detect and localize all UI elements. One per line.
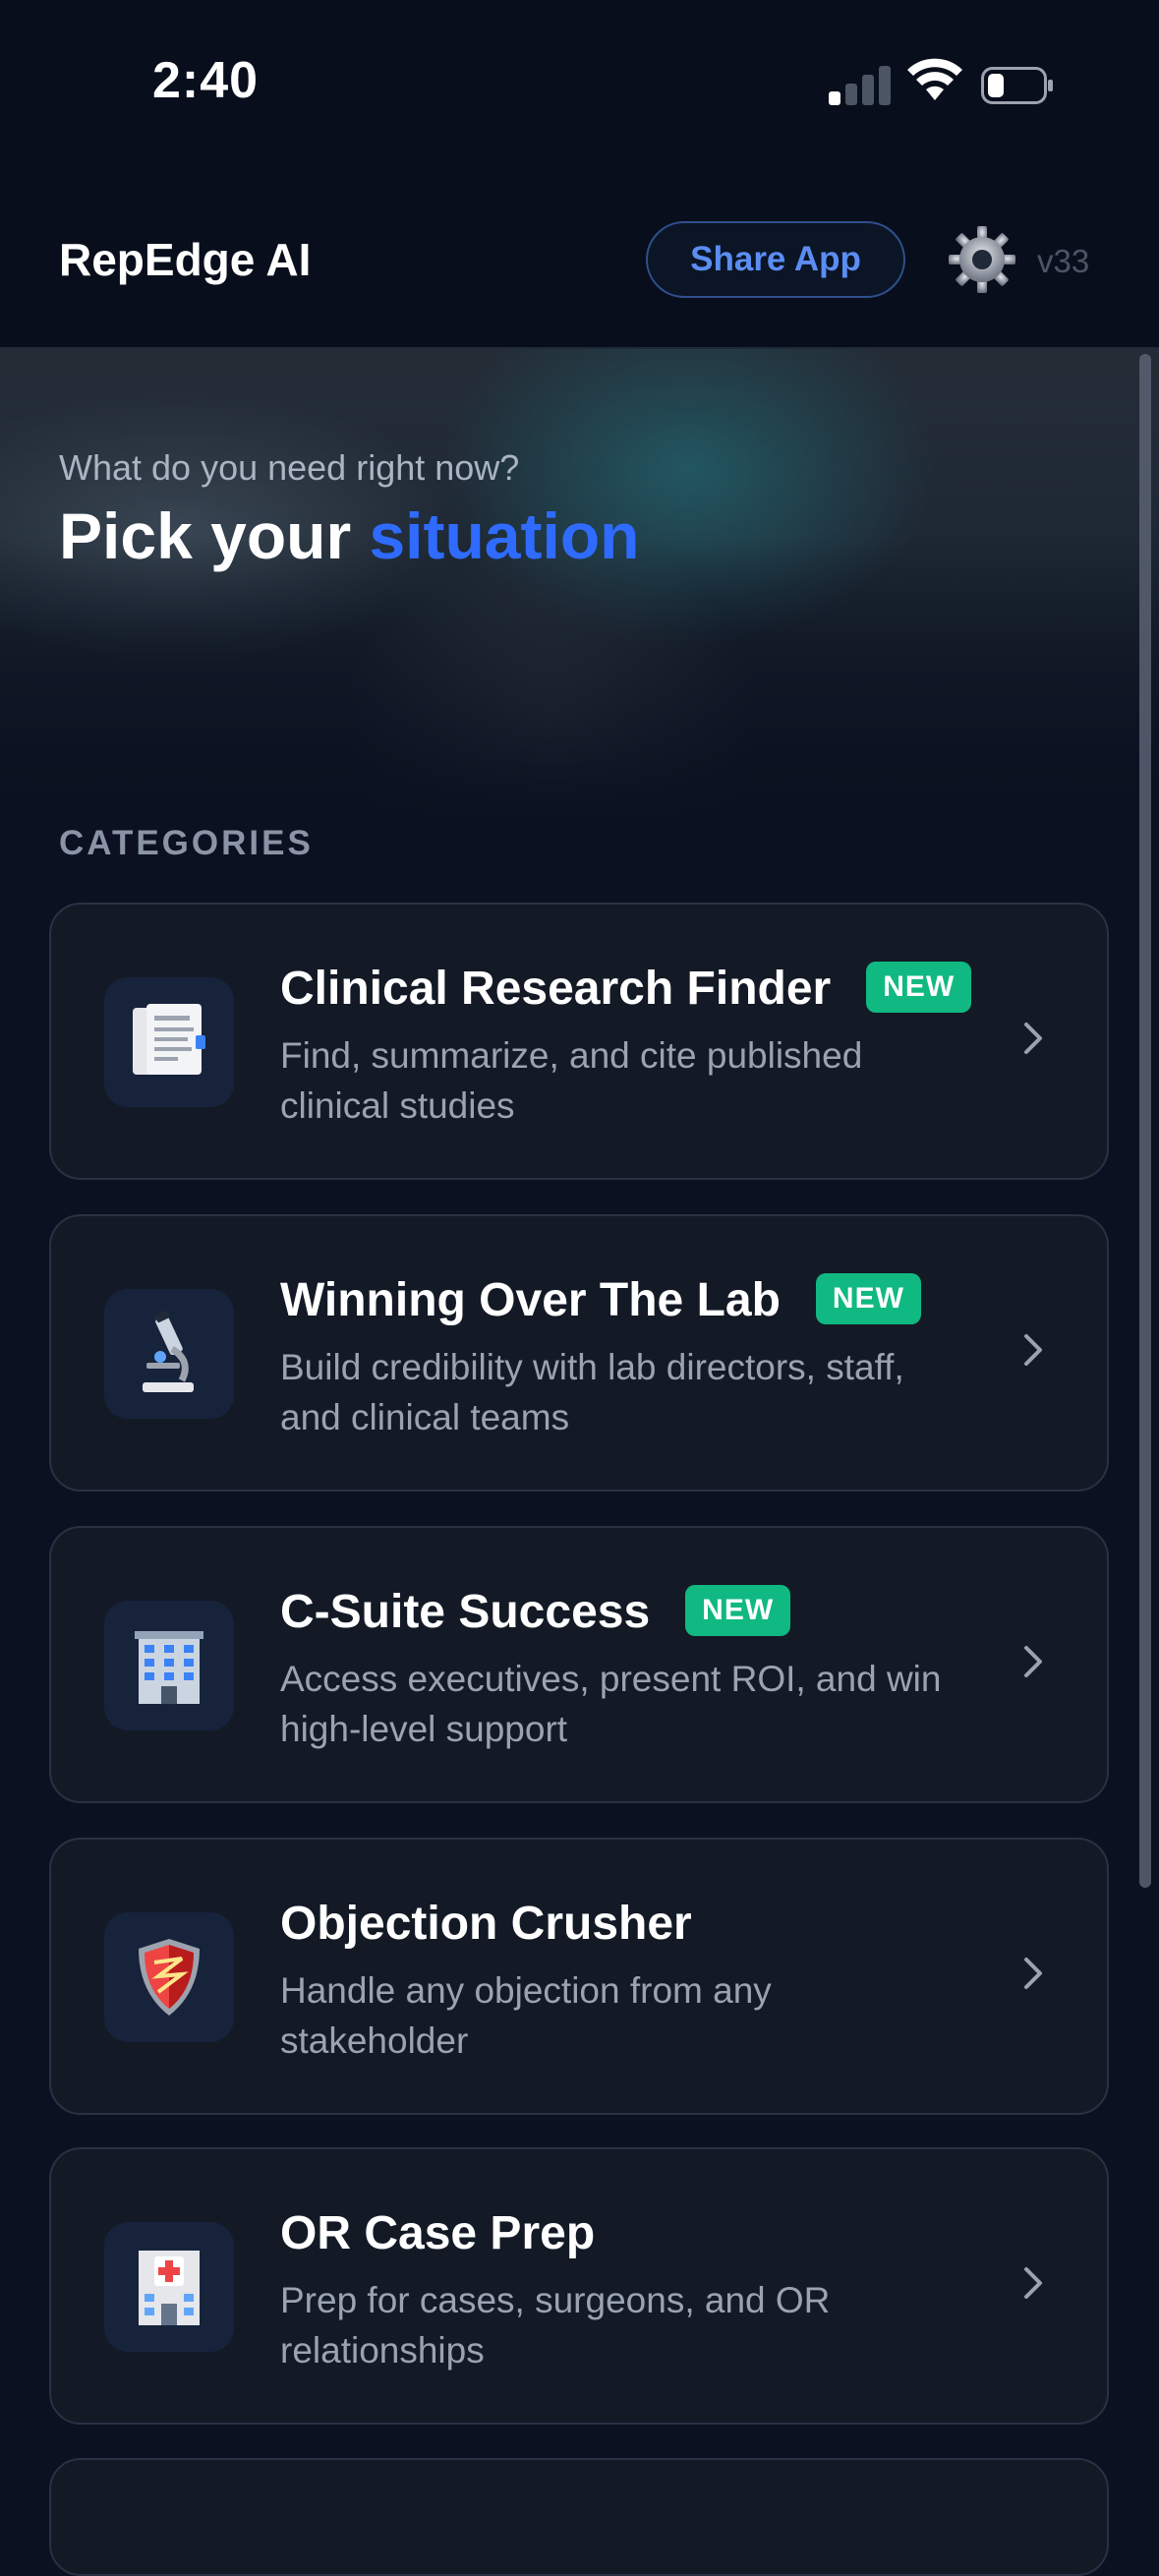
wifi-icon <box>907 58 962 100</box>
category-card-winning-over-the-lab[interactable]: Winning Over The Lab NEW Build credibilit… <box>49 1214 1109 1492</box>
hero-subtitle: What do you need right now? <box>59 447 520 488</box>
category-card-objection-crusher[interactable]: Objection Crusher Handle any objection f… <box>49 1838 1109 2115</box>
category-title: Objection Crusher <box>280 1898 692 1950</box>
app-title: RepEdge AI <box>59 234 312 285</box>
category-card-or-case-prep[interactable]: OR Case Prep Prep for cases, surgeons, a… <box>49 2147 1109 2425</box>
share-app-button[interactable]: Share App <box>646 221 905 298</box>
category-icon-container <box>104 1601 234 1730</box>
section-label: CATEGORIES <box>59 824 314 862</box>
office-building-icon <box>135 1631 203 1704</box>
document-icon <box>133 1004 205 1075</box>
category-card-clinical-research-finder[interactable]: Clinical Research Finder NEW Find, summar… <box>49 903 1109 1180</box>
category-title: Winning Over The Lab NEW <box>280 1273 921 1327</box>
new-badge: NEW <box>685 1585 791 1637</box>
chevron-right-icon <box>1024 1334 1042 1366</box>
battery-icon <box>981 67 1053 104</box>
category-description: Handle any objection from any stakeholde… <box>280 1970 772 2061</box>
hero-title-accent: situation <box>369 499 640 572</box>
chevron-right-icon <box>1024 2267 1042 2299</box>
category-icon-container <box>104 2222 234 2352</box>
chevron-right-icon <box>1024 1958 1042 1989</box>
new-badge: NEW <box>866 962 972 1014</box>
status-bar: 2:40 <box>0 0 1159 172</box>
category-title-text: Winning Over The Lab <box>280 1274 781 1326</box>
category-title: OR Case Prep <box>280 2207 596 2259</box>
category-title-text: Clinical Research Finder <box>280 963 832 1015</box>
category-icon-container <box>104 977 234 1107</box>
scrollbar[interactable] <box>1139 354 1151 1888</box>
category-description: Access executives, present ROI, and win … <box>280 1659 942 1749</box>
category-card-c-suite-success[interactable]: C-Suite Success NEW Access executives, pr… <box>49 1526 1109 1803</box>
category-title: C-Suite Success NEW <box>280 1585 791 1639</box>
hero-banner: What do you need right now? Pick your si… <box>0 349 1159 821</box>
hero-image-overlay <box>0 349 1159 821</box>
category-icon-container <box>104 1289 234 1419</box>
version-label: v33 <box>1037 243 1090 279</box>
category-title: Clinical Research Finder NEW <box>280 962 972 1016</box>
shield-icon <box>139 1939 200 2016</box>
category-description: Build credibility with lab directors, st… <box>280 1347 904 1437</box>
chevron-right-icon <box>1024 1023 1042 1054</box>
hero-title: Pick your situation <box>59 498 639 573</box>
status-time: 2:40 <box>152 52 260 109</box>
gear-icon[interactable] <box>947 224 1017 295</box>
new-badge: NEW <box>815 1273 921 1325</box>
category-icon-container <box>104 1912 234 2042</box>
hero-title-prefix: Pick your <box>59 499 370 572</box>
hospital-icon <box>139 2251 200 2325</box>
category-title-text: C-Suite Success <box>280 1586 651 1638</box>
category-card-partial[interactable] <box>49 2458 1109 2576</box>
cellular-signal-icon <box>829 64 892 105</box>
category-description: Prep for cases, surgeons, and OR relatio… <box>280 2280 831 2371</box>
category-description: Find, summarize, and cite published clin… <box>280 1035 863 1126</box>
microscope-icon <box>143 1311 194 1392</box>
chevron-right-icon <box>1024 1646 1042 1677</box>
app-header: RepEdge AI Share App v33 <box>0 172 1159 349</box>
